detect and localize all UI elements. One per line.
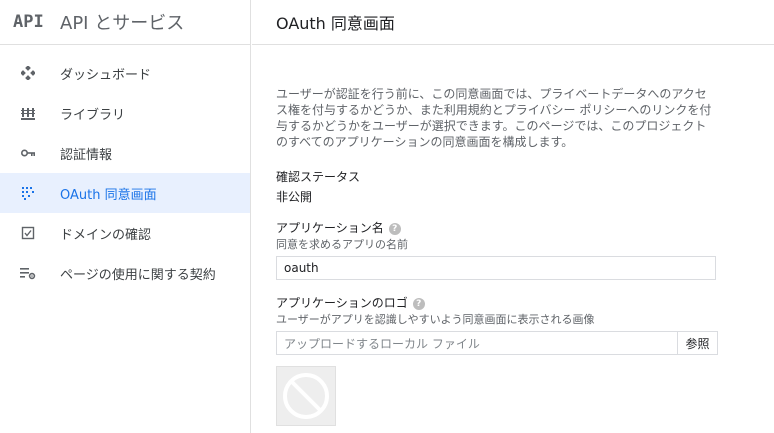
key-icon (20, 145, 36, 161)
consent-form: ユーザーが認証を行う前に、この同意画面では、プライベートデータへのアクセス権を付… (276, 86, 718, 426)
sidebar-item-label: 認証情報 (60, 147, 113, 163)
verification-status-value: 非公開 (276, 190, 313, 204)
sidebar-item-domain-verification[interactable]: ドメインの確認 (0, 213, 250, 253)
page-title: OAuth 同意画面 (276, 14, 395, 33)
logo-file-picker: アップロードするローカル ファイル 参照 (276, 331, 718, 355)
sidebar-nav: ダッシュボード ライブラリ 認証情報 OAuth 同意画面 ドメインの確認 ペー… (0, 53, 250, 293)
sidebar-item-dashboard[interactable]: ダッシュボード (0, 53, 250, 93)
logo-preview (276, 366, 336, 426)
verification-status-section: 確認ステータス 非公開 (276, 168, 716, 205)
app-logo-hint: ユーザーがアプリを認識しやすいよう同意画面に表示される画像 (276, 313, 595, 326)
brand-header: API API とサービス (0, 0, 250, 45)
sidebar-item-label: ドメインの確認 (60, 227, 152, 243)
sidebar: API API とサービス ダッシュボード ライブラリ 認証情報 OAuth 同… (0, 0, 251, 433)
app-name-label-text: アプリケーション名 (276, 221, 384, 235)
sidebar-item-oauth-consent[interactable]: OAuth 同意画面 (0, 173, 250, 213)
logo-file-input[interactable]: アップロードするローカル ファイル (276, 331, 678, 355)
sidebar-item-page-usage-agreement[interactable]: ページの使用に関する契約 (0, 253, 250, 293)
help-icon[interactable]: ? (388, 222, 401, 235)
sidebar-item-label: ライブラリ (60, 107, 126, 123)
sidebar-item-label: ページの使用に関する契約 (60, 267, 216, 283)
no-image-icon (283, 373, 329, 419)
sidebar-item-label: ダッシュボード (60, 67, 152, 83)
sidebar-item-library[interactable]: ライブラリ (0, 93, 250, 133)
consent-screen-icon (20, 185, 36, 201)
app-name-section: アプリケーション名? 同意を求めるアプリの名前 oauth (276, 219, 716, 280)
verification-status-label: 確認ステータス (276, 170, 361, 184)
sidebar-item-label: OAuth 同意画面 (60, 187, 157, 203)
app-name-hint: 同意を求めるアプリの名前 (276, 238, 408, 251)
app-logo-label-text: アプリケーションのロゴ (276, 296, 408, 310)
library-icon (20, 105, 36, 121)
consent-description: ユーザーが認証を行う前に、この同意画面では、プライベートデータへのアクセス権を付… (276, 87, 712, 149)
app-name-input[interactable]: oauth (276, 256, 716, 280)
help-icon[interactable]: ? (412, 297, 425, 310)
page-usage-agreement-icon (20, 265, 36, 281)
main-header: OAuth 同意画面 (252, 0, 774, 45)
app-name-label: アプリケーション名? (276, 219, 716, 236)
app-logo-section: アプリケーションのロゴ? ユーザーがアプリを認識しやすいよう同意画面に表示される… (276, 294, 718, 426)
main-panel: OAuth 同意画面 ユーザーが認証を行う前に、この同意画面では、プライベートデ… (252, 0, 774, 433)
app-logo-label: アプリケーションのロゴ? (276, 294, 716, 311)
product-title: API とサービス (60, 13, 185, 34)
browse-button[interactable]: 参照 (678, 331, 718, 355)
api-logo: API (13, 12, 44, 32)
domain-verification-icon (20, 225, 36, 241)
sidebar-item-credentials[interactable]: 認証情報 (0, 133, 250, 173)
dashboard-icon (20, 65, 36, 81)
